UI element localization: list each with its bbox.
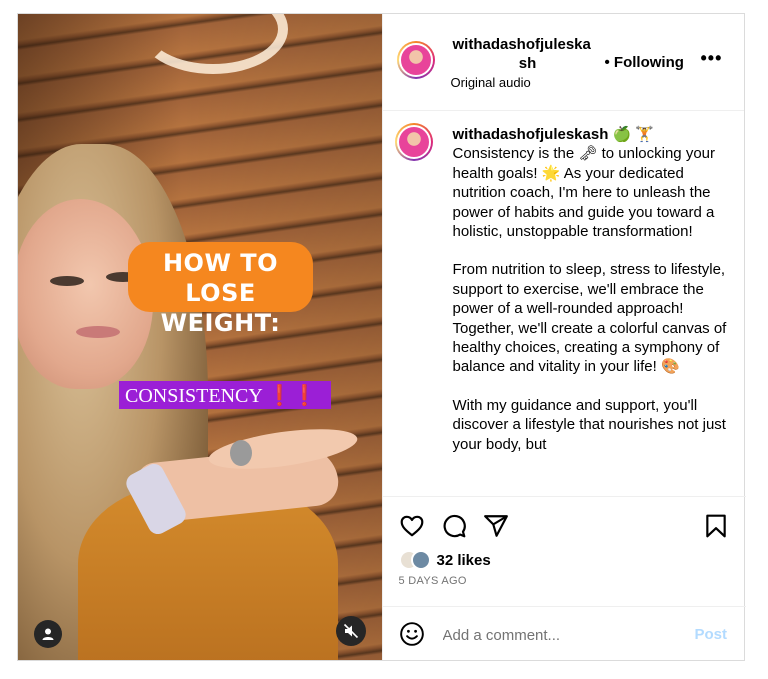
heart-icon[interactable] xyxy=(399,513,425,539)
tagged-user-button[interactable] xyxy=(34,620,62,648)
author-username-line2: sh xyxy=(518,55,537,72)
title-sticker-line2: WEIGHT: xyxy=(160,309,281,337)
mute-button[interactable] xyxy=(336,616,366,646)
title-sticker: HOW TO LOSE WEIGHT: xyxy=(128,242,313,337)
caption-author-avatar[interactable] xyxy=(394,123,433,161)
comment-box: Post xyxy=(382,606,746,661)
more-options-button[interactable]: ••• xyxy=(701,48,723,69)
post-details-panel: withadashofjuleska sh Original audio • F… xyxy=(381,14,746,661)
avatar-image xyxy=(396,125,431,159)
post-date[interactable]: 5 DAYS AGO xyxy=(399,575,467,587)
author-avatar[interactable] xyxy=(396,41,435,79)
consistency-sticker: CONSISTENCY ❗❗ xyxy=(119,381,331,409)
bookmark-icon[interactable] xyxy=(703,513,729,539)
caption-text: withadashofjuleskash 🍏 🏋 Consistency is … xyxy=(453,125,728,473)
speaker-muted-icon xyxy=(343,623,359,639)
consistency-sticker-emphasis: ❗❗ xyxy=(267,383,317,407)
paper-plane-icon[interactable] xyxy=(483,513,509,539)
person-lips xyxy=(76,326,120,338)
caption-paragraph: With my guidance and support, you'll dis… xyxy=(452,396,726,453)
author-username-line1: withadashofjuleska xyxy=(452,36,591,53)
following-button[interactable]: • Following xyxy=(605,54,684,71)
caption-paragraph: From nutrition to sleep, stress to lifes… xyxy=(452,261,727,376)
caption-username-emojis: 🍏 🏋 xyxy=(612,126,655,143)
likes-row: 32 likes xyxy=(398,550,491,570)
ring xyxy=(230,440,252,466)
consistency-sticker-text: CONSISTENCY xyxy=(125,385,263,407)
person-eye xyxy=(50,276,84,286)
likes-count[interactable]: 32 likes xyxy=(437,552,491,569)
caption-username[interactable]: withadashofjuleskash xyxy=(453,126,609,143)
post-header: withadashofjuleska sh Original audio • F… xyxy=(382,14,744,111)
user-icon xyxy=(42,628,54,640)
comment-bubble-icon[interactable] xyxy=(441,513,467,539)
post-video[interactable]: HOW TO LOSE WEIGHT: CONSISTENCY ❗❗ xyxy=(18,14,382,660)
original-audio-link[interactable]: Original audio xyxy=(451,75,531,90)
avatar-image xyxy=(398,43,433,77)
smiley-icon[interactable] xyxy=(399,621,425,647)
post-comment-button[interactable]: Post xyxy=(695,626,728,643)
liker-avatar[interactable] xyxy=(410,550,431,570)
caption-paragraph: Consistency is the 🗝 to unlocking your h… xyxy=(452,145,716,241)
title-sticker-line1: HOW TO LOSE xyxy=(162,249,279,307)
comment-input[interactable] xyxy=(440,620,675,650)
post-dialog: HOW TO LOSE WEIGHT: CONSISTENCY ❗❗ witha… xyxy=(17,13,746,661)
action-bar: 32 likes 5 DAYS AGO xyxy=(382,496,746,607)
caption-section: withadashofjuleskash 🍏 🏋 Consistency is … xyxy=(383,111,746,496)
author-username[interactable]: withadashofjuleska sh xyxy=(453,35,603,73)
